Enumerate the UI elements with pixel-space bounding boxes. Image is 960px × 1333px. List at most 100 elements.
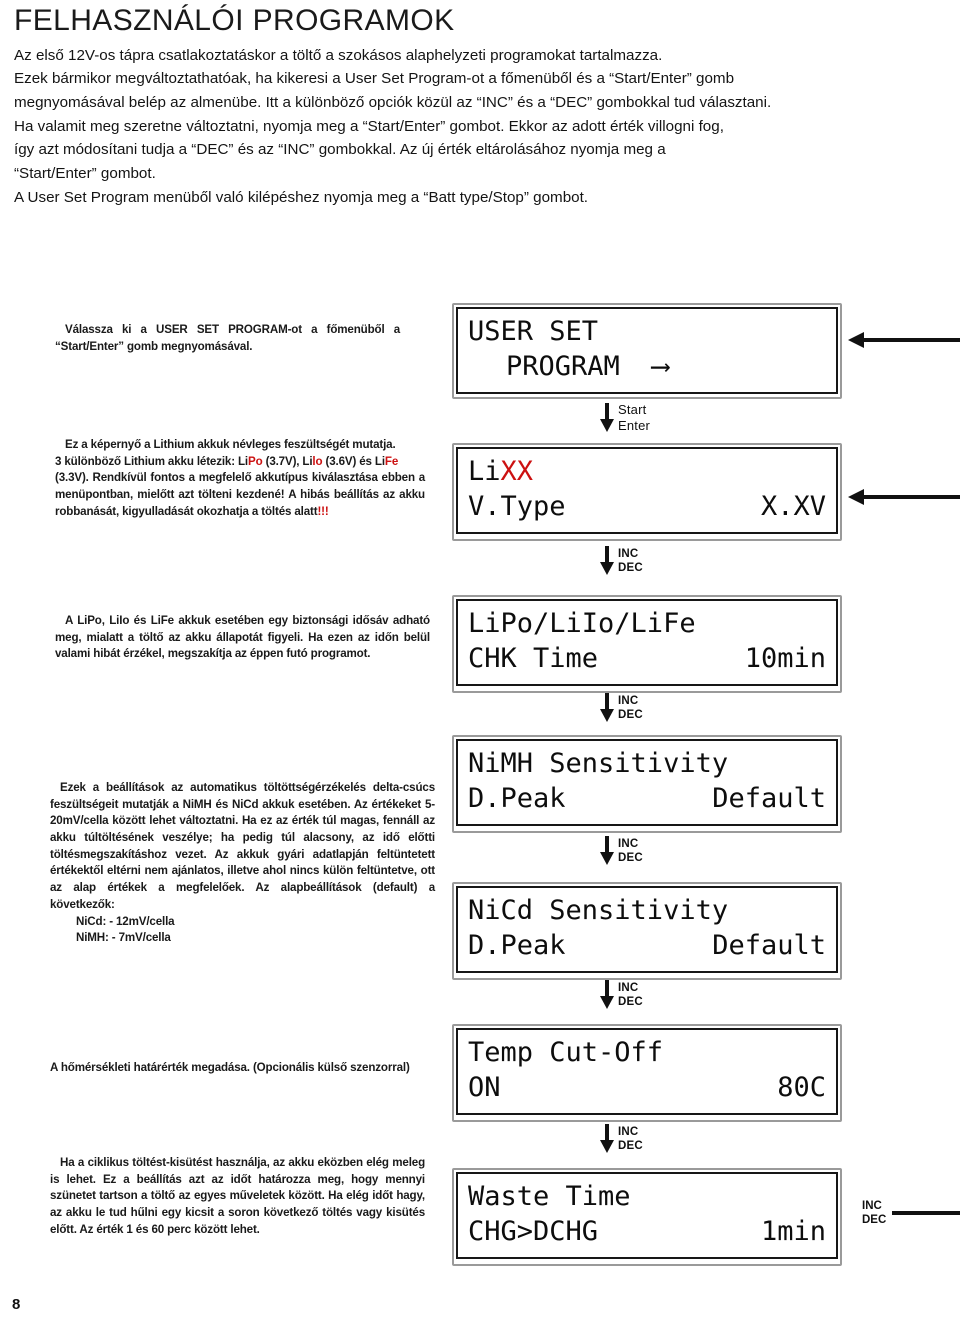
intro-line: A User Set Program menüből való kilépésh…	[14, 188, 589, 206]
lcd-panel-nicd-sensitivity: NiCd Sensitivity D.Peak Default	[452, 882, 842, 980]
lcd-line-1: Temp Cut-Off	[468, 1037, 664, 1068]
connector-label-bottom: DEC	[618, 996, 643, 1008]
lcd-value: 1min	[760, 1215, 826, 1247]
lcd-label: ON	[468, 1071, 501, 1103]
intro-line: Ezek bármikor megváltoztathatóak, ha kik…	[14, 70, 735, 88]
return-arrow-icon-top	[848, 332, 960, 348]
page-number: 8	[12, 1296, 21, 1313]
note-user-set-program: Válassza ki a USER SET PROGRAM-ot a főme…	[55, 322, 400, 355]
document-page: FELHASZNÁLÓI PROGRAMOK Az első 12V-os tá…	[0, 0, 960, 1333]
intro-line: megnyomásával belép az almenübe. Itt a k…	[14, 94, 772, 111]
note-red-lo: lo	[312, 454, 323, 468]
note-default-nimh: NiMH: - 7mV/cella	[76, 931, 171, 945]
lcd-panel-chk-time: LiPo/LiIo/LiFe CHK Time 10min	[452, 595, 842, 693]
connector-label-top: Start	[618, 402, 647, 417]
side-control-label: INC DEC	[862, 1199, 886, 1227]
intro-line: “Start/Enter” gombot.	[14, 165, 156, 183]
lcd-panel-li-voltage-type: LiXX V.Type X.XV	[452, 443, 842, 541]
intro-line: Az első 12V-os tápra csatlakoztatáskor a…	[14, 46, 663, 64]
connector-label-bottom: Enter	[618, 417, 651, 433]
side-inc-dec-control: INC DEC	[862, 1199, 960, 1227]
lcd-panel-temp-cut-off: Temp Cut-Off ON 80C	[452, 1024, 842, 1122]
note-chk-time: A LiPo, LiIo és LiFe akkuk esetében egy …	[55, 613, 430, 663]
note-text: Válassza ki a USER SET PROGRAM-ot a főme…	[55, 323, 400, 353]
connector-inc-dec-1: INC DEC	[600, 546, 643, 576]
connector-label-bottom: DEC	[618, 852, 643, 864]
connector-label: INC DEC	[618, 837, 643, 865]
note-default-nicd: NiCd: - 12mV/cella	[76, 914, 175, 928]
lcd-label: V.Type	[468, 490, 566, 522]
lcd-label: CHG>DCHG	[468, 1215, 599, 1247]
down-arrow-icon	[600, 693, 614, 723]
note-delta-peak: Ezek a beállítások az automatikus töltöt…	[50, 780, 435, 947]
lcd-line-2: D.Peak Default	[468, 929, 826, 964]
lcd-label: CHK Time	[468, 642, 599, 674]
note-text: (3.7V), Li	[262, 454, 313, 468]
connector-inc-dec-4: INC DEC	[600, 980, 643, 1010]
lcd-line-1: NiCd Sensitivity	[468, 895, 729, 926]
connector-label: INC DEC	[618, 547, 643, 575]
side-control-line	[892, 1211, 960, 1215]
page-header: FELHASZNÁLÓI PROGRAMOK Az első 12V-os tá…	[14, 4, 944, 210]
note-text: (3.6V) és Li	[322, 454, 386, 468]
note-waste-time: Ha a ciklikus töltést-kisütést használja…	[50, 1155, 425, 1238]
lcd-value: Default	[712, 929, 826, 961]
down-arrow-icon	[600, 546, 614, 576]
lcd-label: D.Peak	[468, 782, 566, 814]
lcd-line-2: PROGRAM ⟶	[506, 350, 669, 382]
connector-label-bottom: DEC	[618, 1140, 643, 1152]
lcd-value: X.XV	[760, 490, 826, 522]
intro-line: így azt módosítani tudja a “DEC” és az “…	[14, 141, 666, 159]
return-arrow-icon-middle	[848, 489, 960, 505]
connector-start-enter: Start Enter	[600, 402, 650, 434]
lcd-line-2: ON 80C	[468, 1071, 826, 1106]
lcd-panel-nimh-sensitivity: NiMH Sensitivity D.Peak Default	[452, 735, 842, 833]
note-text: (3.3V). Rendkívül fontos a megfelelő akk…	[55, 471, 425, 518]
note-text: Ezek a beállítások az automatikus töltöt…	[50, 781, 435, 911]
note-red-po: Po	[248, 454, 263, 468]
lcd-value: 10min	[744, 642, 826, 674]
down-arrow-icon	[600, 402, 614, 433]
lcd-line-1: NiMH Sensitivity	[468, 748, 729, 779]
lcd-line-2: D.Peak Default	[468, 782, 826, 817]
down-arrow-icon	[600, 1124, 614, 1154]
intro-line: Ha valamit meg szeretne változtatni, nyo…	[14, 117, 724, 135]
note-lithium-voltage: Ez a képernyő a Lithium akkuk névleges f…	[55, 437, 425, 520]
connector-label-bottom: DEC	[618, 562, 643, 574]
lcd-line-1: USER SET	[468, 316, 599, 347]
connector-label: Start Enter	[618, 402, 650, 434]
lcd-label: D.Peak	[468, 929, 566, 961]
lcd-line-2: CHG>DCHG 1min	[468, 1215, 826, 1250]
lcd-line-1: LiPo/LiIo/LiFe	[468, 608, 696, 639]
connector-label-top: INC	[618, 694, 639, 707]
note-text: Ha a ciklikus töltést-kisütést használja…	[50, 1156, 425, 1236]
note-text: 3 különböző Lithium akku létezik: Li	[55, 454, 249, 468]
note-temp-cutoff: A hőmérsékleti határérték megadása. (Opc…	[50, 1060, 435, 1077]
lcd-panel-user-set-program: USER SET PROGRAM ⟶	[452, 303, 842, 399]
connector-label: INC DEC	[618, 981, 643, 1009]
note-red-fe: Fe	[384, 454, 399, 468]
connector-label: INC DEC	[618, 694, 643, 722]
lcd-line-1: LiXX	[468, 455, 826, 490]
side-control-label-top: INC	[862, 1200, 882, 1212]
connector-inc-dec-5: INC DEC	[600, 1124, 643, 1154]
intro-text: Az első 12V-os tápra csatlakoztatáskor a…	[14, 44, 944, 210]
connector-label: INC DEC	[618, 1125, 643, 1153]
side-control-label-bottom: DEC	[862, 1214, 887, 1227]
connector-label-top: INC	[618, 1125, 639, 1138]
note-red-exclaim: !!!	[317, 504, 329, 518]
lcd-line-1: Waste Time	[468, 1181, 631, 1212]
connector-label-top: INC	[618, 981, 639, 994]
lcd-text-li: Li	[468, 456, 501, 487]
note-text: A LiPo, LiIo és LiFe akkuk esetében egy …	[55, 614, 430, 661]
lcd-line-2: CHK Time 10min	[468, 642, 826, 677]
lcd-value: Default	[712, 782, 826, 814]
connector-inc-dec-2: INC DEC	[600, 693, 643, 723]
lcd-text-xx: XX	[500, 456, 534, 487]
connector-label-top: INC	[618, 547, 639, 560]
connector-label-bottom: DEC	[618, 709, 643, 721]
note-text: Ez a képernyő a Lithium akkuk névleges f…	[65, 438, 396, 451]
lcd-value: 80C	[777, 1071, 826, 1103]
connector-inc-dec-3: INC DEC	[600, 836, 643, 866]
note-text: A hőmérsékleti határérték megadása. (Opc…	[50, 1061, 410, 1074]
